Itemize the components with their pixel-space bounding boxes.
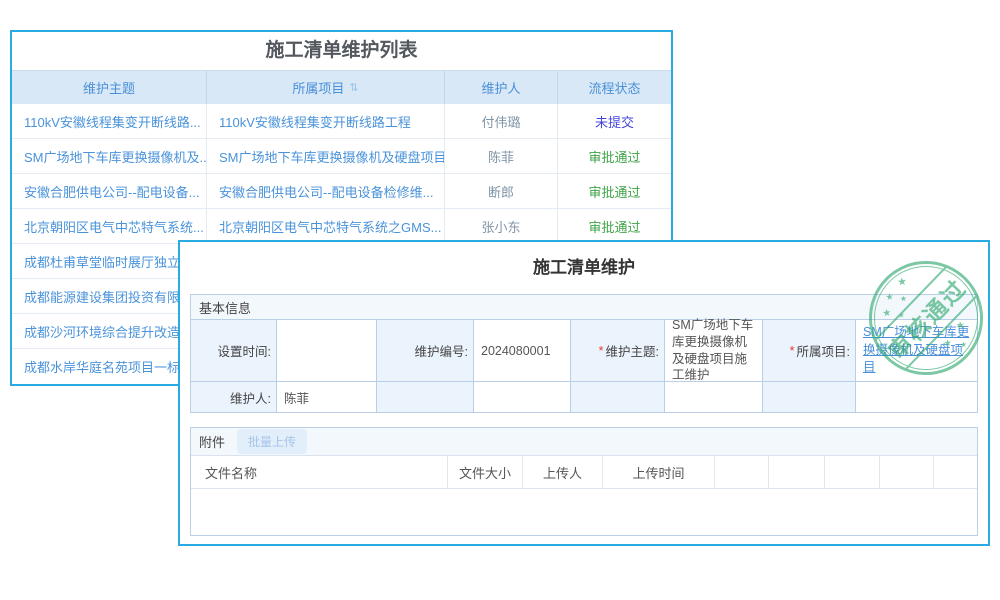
table-row: 110kV安徽线程集变开断线路... 110kV安徽线程集变开断线路工程 付伟璐… <box>12 104 671 139</box>
sort-icon[interactable]: ⇅ <box>349 81 358 94</box>
row-maintainer: 付伟璐 <box>445 104 558 138</box>
maintenance-number-label: 维护编号: <box>377 320 474 382</box>
attachment-section-header: 附件 批量上传 <box>191 428 977 456</box>
topic-value: SM广场地下车库更换摄像机及硬盘项目施工维护 <box>665 320 763 382</box>
maintainer-label: 维护人: <box>191 382 277 412</box>
column-header-uploader: 上传人 <box>523 456 603 488</box>
row-topic-link[interactable]: 110kV安徽线程集变开断线路... <box>12 104 207 138</box>
status-badge: 审批通过 <box>558 139 671 173</box>
maintenance-detail-panel: 施工清单维护 基本信息 设置时间: 维护编号: 2024080001 * 维护主… <box>178 240 990 546</box>
row-project-link[interactable]: SM广场地下车库更换摄像机及硬盘项目 <box>207 139 445 173</box>
set-time-label: 设置时间: <box>191 320 277 382</box>
maintenance-number-value: 2024080001 <box>474 320 571 382</box>
empty-value-cell <box>474 382 571 412</box>
row-project-link[interactable]: 安徽合肥供电公司--配电设备检修维... <box>207 174 445 208</box>
attachment-header-empty-cell <box>769 456 825 488</box>
status-badge: 审批通过 <box>558 209 671 243</box>
row-maintainer: 断郎 <box>445 174 558 208</box>
batch-upload-button[interactable]: 批量上传 <box>237 429 307 454</box>
empty-label-cell <box>763 382 856 412</box>
project-link[interactable]: SM广场地下车库更换摄像机及硬盘项目 <box>863 324 970 377</box>
project-label: * 所属项目: <box>763 320 856 382</box>
column-header-upload-time: 上传时间 <box>603 456 715 488</box>
attachment-header-empty-cell <box>880 456 934 488</box>
row-topic-link[interactable]: 北京朝阳区电气中芯特气系统... <box>12 209 207 243</box>
attachment-header-empty-cell <box>715 456 769 488</box>
basic-info-section-header: 基本信息 <box>190 294 978 320</box>
empty-label-cell <box>571 382 665 412</box>
table-row: 北京朝阳区电气中芯特气系统... 北京朝阳区电气中芯特气系统之GMS... 张小… <box>12 209 671 244</box>
column-header-file-name: 文件名称 <box>191 456 448 488</box>
table-row: 安徽合肥供电公司--配电设备... 安徽合肥供电公司--配电设备检修维... 断… <box>12 174 671 209</box>
column-header-status: 流程状态 <box>558 71 671 104</box>
attachment-section: 附件 批量上传 文件名称 文件大小 上传人 上传时间 <box>190 427 978 536</box>
row-topic-link[interactable]: SM广场地下车库更换摄像机及... <box>12 139 207 173</box>
column-header-maintainer: 维护人 <box>445 71 558 104</box>
row-maintainer: 张小东 <box>445 209 558 243</box>
required-asterisk: * <box>790 344 795 358</box>
empty-value-cell <box>856 382 977 412</box>
row-project-link[interactable]: 110kV安徽线程集变开断线路工程 <box>207 104 445 138</box>
project-value-cell: SM广场地下车库更换摄像机及硬盘项目 <box>856 320 977 382</box>
column-header-topic: 维护主题 <box>12 71 207 104</box>
maintainer-value: 陈菲 <box>277 382 377 412</box>
column-header-file-size: 文件大小 <box>448 456 523 488</box>
required-asterisk: * <box>599 344 604 358</box>
status-badge: 审批通过 <box>558 174 671 208</box>
attachment-header-empty-cell <box>934 456 977 488</box>
row-maintainer: 陈菲 <box>445 139 558 173</box>
row-topic-link[interactable]: 安徽合肥供电公司--配电设备... <box>12 174 207 208</box>
attachment-table-empty-body <box>191 489 977 535</box>
list-panel-title: 施工清单维护列表 <box>12 32 671 70</box>
column-header-project[interactable]: 所属项目 ⇅ <box>207 71 445 104</box>
attachment-header-empty-cell <box>825 456 880 488</box>
empty-label-cell <box>377 382 474 412</box>
row-project-link[interactable]: 北京朝阳区电气中芯特气系统之GMS... <box>207 209 445 243</box>
attachment-table-header: 文件名称 文件大小 上传人 上传时间 <box>191 456 977 489</box>
status-badge: 未提交 <box>558 104 671 138</box>
basic-info-form: 设置时间: 维护编号: 2024080001 * 维护主题: SM广场地下车库更… <box>190 320 978 413</box>
detail-panel-title: 施工清单维护 <box>190 242 978 294</box>
topic-label: * 维护主题: <box>571 320 665 382</box>
empty-value-cell <box>665 382 763 412</box>
table-row: SM广场地下车库更换摄像机及... SM广场地下车库更换摄像机及硬盘项目 陈菲 … <box>12 139 671 174</box>
attachment-label: 附件 <box>199 432 225 451</box>
set-time-field[interactable] <box>277 320 377 382</box>
list-table-header: 维护主题 所属项目 ⇅ 维护人 流程状态 <box>12 70 671 104</box>
